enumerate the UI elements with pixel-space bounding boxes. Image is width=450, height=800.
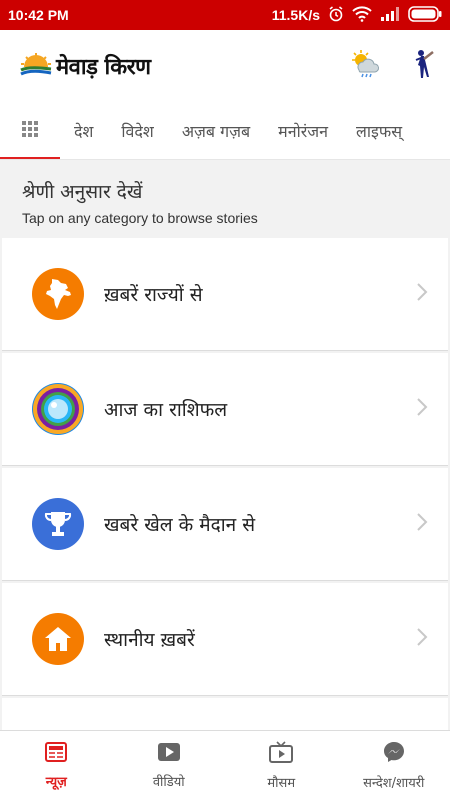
section-title: श्रेणी अनुसार देखें: [22, 181, 143, 203]
alarm-icon: [328, 5, 344, 25]
category-row-sports[interactable]: खबरे खेल के मैदान से: [2, 468, 448, 581]
tab-manoranjan[interactable]: मनोरंजन: [264, 120, 342, 142]
zodiac-wheel-icon: [32, 383, 84, 435]
logo-text: मेवाड़ किरण: [56, 55, 151, 80]
category-label: ख़बरें राज्यों से: [104, 284, 203, 306]
category-tabs: देश विदेश अज़ब गज़ब मनोरंजन लाइफस्: [0, 102, 450, 160]
status-time: 10:42 PM: [8, 7, 69, 23]
signal-icon: [380, 6, 400, 24]
trophy-icon: [32, 498, 84, 550]
sunrise-logo-icon: [20, 51, 52, 81]
category-label: स्थानीय ख़बरें: [104, 629, 195, 651]
india-map-icon: [32, 268, 84, 320]
bottom-nav: न्यूज़ वीडियो मौसम सन्देश/शायरी: [0, 730, 450, 800]
section-header: श्रेणी अनुसार देखें Tap on any category …: [0, 160, 450, 238]
chevron-right-icon: [416, 282, 428, 306]
tab-desh[interactable]: देश: [60, 120, 107, 142]
weather-icon[interactable]: [350, 50, 380, 82]
home-icon: [32, 613, 84, 665]
chevron-right-icon: [416, 397, 428, 421]
nav-label: मौसम: [267, 775, 296, 791]
grid-icon: [22, 120, 38, 141]
cricket-icon[interactable]: [410, 49, 436, 83]
nav-label: न्यूज़: [45, 774, 67, 790]
tab-videsh[interactable]: विदेश: [107, 120, 167, 142]
nav-messages[interactable]: सन्देश/शायरी: [338, 731, 450, 800]
nav-video[interactable]: वीडियो: [113, 731, 226, 800]
category-label: खबरे खेल के मैदान से: [104, 514, 256, 536]
tab-ajab-gajab[interactable]: अज़ब गज़ब: [168, 120, 264, 142]
nav-news[interactable]: न्यूज़: [0, 731, 113, 800]
nav-label: सन्देश/शायरी: [363, 775, 425, 791]
wifi-icon: [352, 5, 372, 25]
battery-icon: [408, 5, 442, 25]
nav-weather[interactable]: मौसम: [225, 731, 338, 800]
network-speed: 11.5K/s: [271, 7, 320, 23]
category-row-horoscope[interactable]: आज का राशिफल: [2, 353, 448, 466]
category-row-local[interactable]: स्थानीय ख़बरें: [2, 583, 448, 696]
chevron-right-icon: [416, 512, 428, 536]
chevron-right-icon: [416, 627, 428, 651]
nav-label: वीडियो: [152, 774, 185, 790]
video-icon: [157, 742, 181, 766]
section-subtitle: Tap on any category to browse stories: [22, 210, 258, 226]
tab-all-categories[interactable]: [0, 102, 60, 159]
messenger-icon: [383, 741, 405, 767]
app-bar: मेवाड़ किरण: [0, 30, 450, 102]
news-icon: [45, 741, 68, 766]
app-logo[interactable]: मेवाड़ किरण: [20, 51, 151, 81]
category-label: आज का राशिफल: [104, 399, 228, 421]
tv-icon: [269, 740, 294, 767]
category-row-states[interactable]: ख़बरें राज्यों से: [2, 238, 448, 351]
category-list: ख़बरें राज्यों से आज का राशिफल खबरे खेल …: [0, 238, 450, 758]
tab-lifestyle[interactable]: लाइफस्: [342, 120, 416, 142]
status-bar: 10:42 PM 11.5K/s: [0, 0, 450, 30]
